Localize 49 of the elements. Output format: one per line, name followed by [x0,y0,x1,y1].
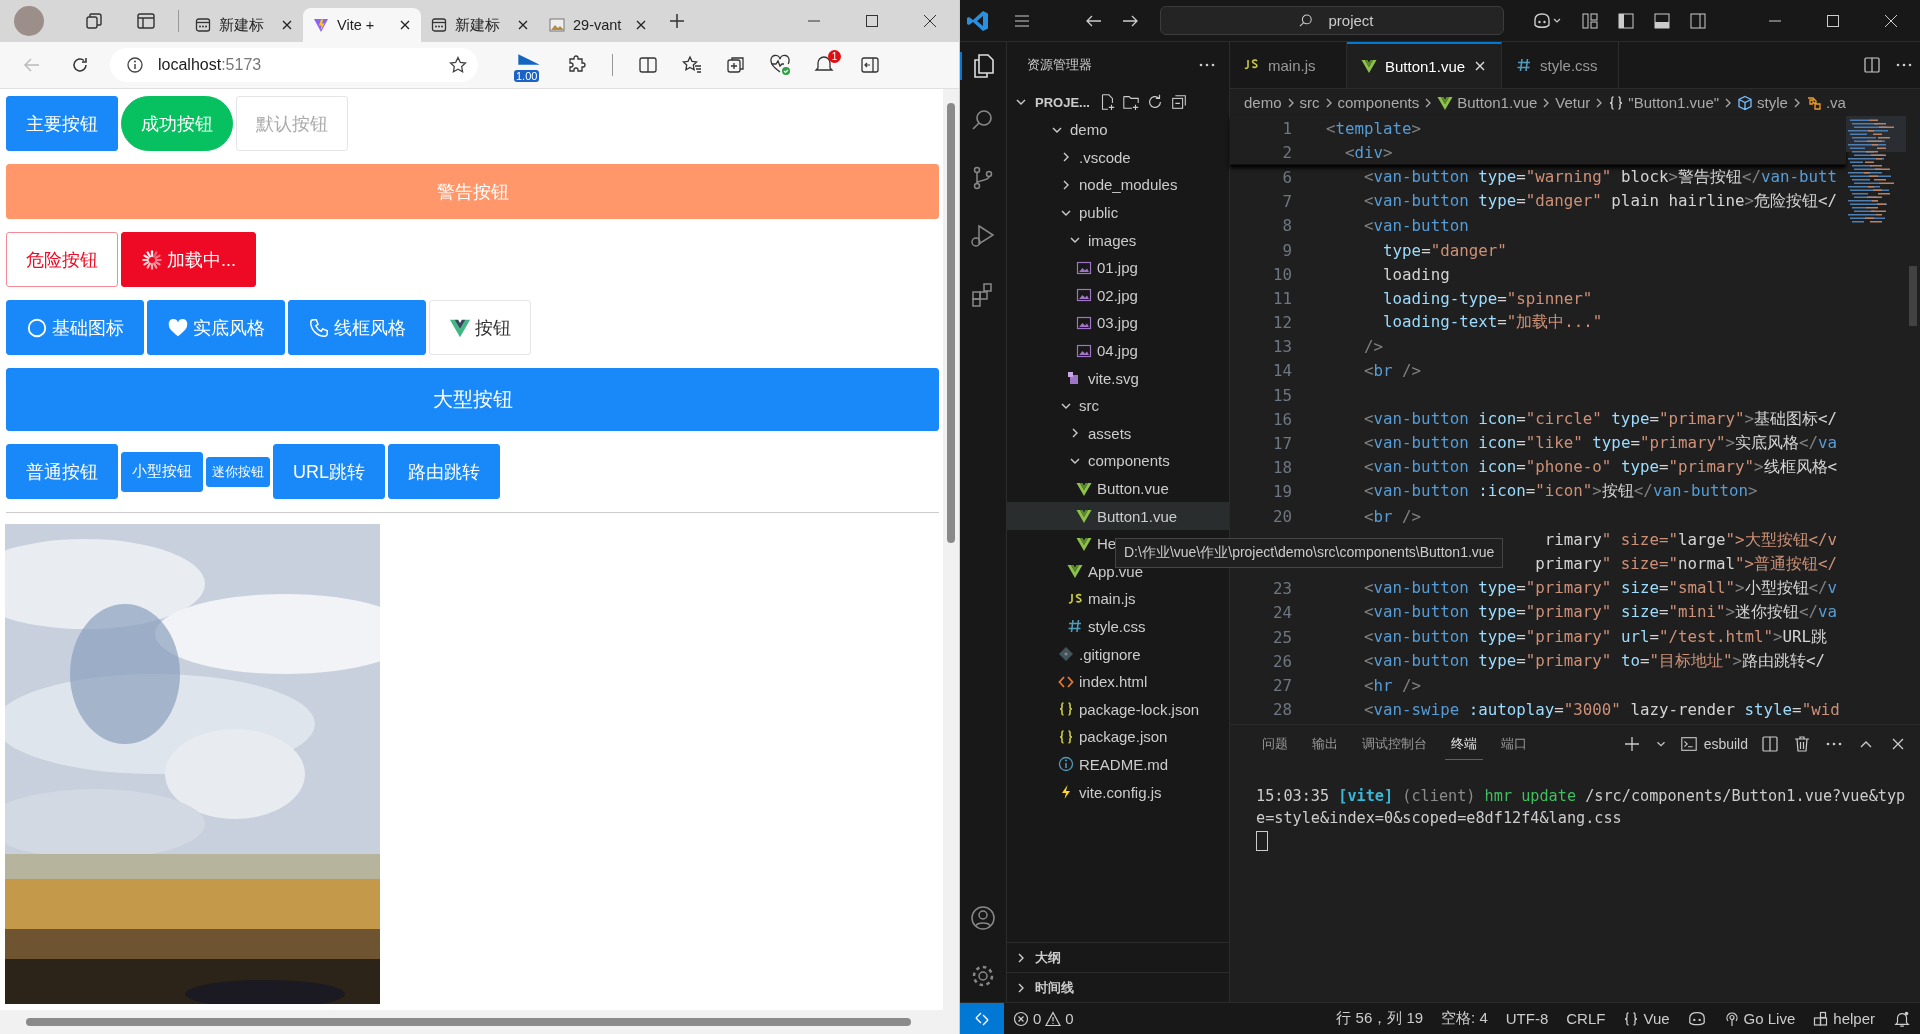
code-line: <div> [1344,142,1393,162]
line-number: 2 [1281,142,1292,162]
line-number: 26 [1272,651,1292,671]
code-line: /> [1363,337,1384,357]
line-number: 14 [1272,361,1292,381]
explorer-title: 资源管理器 [1027,56,1092,74]
line-number: 10 [1272,264,1292,284]
line-number: 19 [1272,482,1292,502]
code-line: <van-swipe :autoplay="3000" lazy-render style="wid [1363,700,1840,720]
line-number: 23 [1272,579,1292,599]
code-line: <van-button icon="like" type="primary">实底风格</va [1363,433,1838,455]
line-number: 9 [1282,240,1292,260]
line-number: 8 [1282,216,1292,236]
code-line: <hr /> [1363,675,1422,695]
code-line: loading-text="加载中..." [1382,312,1603,334]
code-line: <van-button type="primary" to="目标地址">路由跳转</ [1363,650,1825,672]
line-number: 15 [1272,385,1292,405]
terminal-output: 15:03:35 [vite] (client) hmr update /src/components/Button1.vue?vue&type=style&index=0&scoped=e8df12f4&lang.css [1256,786,1907,829]
line-number: 25 [1272,627,1292,647]
code-line: <van-button type="primary" url="/test.html">URL跳 [1363,626,1828,648]
line-number: 17 [1272,434,1292,454]
line-number: 13 [1272,337,1292,357]
line-number: 18 [1272,458,1292,478]
code-line: loading-type="spinner" [1382,288,1593,308]
tooltip: D:\作业\vue\作业\project\demo\src\components\Button1.vue [1115,538,1504,568]
line-number: 1 [1281,118,1292,138]
line-number: 11 [1272,288,1292,308]
line-number: 16 [1272,409,1292,429]
code-line: <van-button :icon="icon">按钮</van-button> [1363,481,1758,503]
code-line: <van-button icon="circle" type="primary">基础图标</ [1363,408,1838,430]
code-line: <template> [1326,118,1422,138]
line-number: 27 [1272,675,1292,695]
code-line: type="danger" [1382,240,1507,260]
code-line: <br /> [1363,361,1422,381]
line-number: 12 [1272,313,1292,333]
code-line: <van-button type="primary" size="mini">迷你按钮</va [1363,602,1838,624]
line-number: 7 [1282,192,1292,212]
code-line: <br /> [1363,506,1422,526]
code-line: <van-button icon="phone-o" type="primary">线框风格< [1363,457,1838,479]
code-line: <van-button type="danger" plain hairline>危险按钮</ [1363,191,1838,213]
line-number: 6 [1282,167,1292,187]
code-line: <van-button type="warning" block>警告按钮</van-butt [1363,166,1838,188]
code-line: <van-button type="primary" size="small">小型按钮</v [1363,578,1838,600]
line-number: 28 [1272,700,1292,720]
line-number: 20 [1272,506,1292,526]
code-line: <van-button [1363,216,1469,236]
line-number: 24 [1272,603,1292,623]
code-line: rimary" size="large">大型按钮</v [1543,529,1838,551]
code-line: loading [1382,264,1450,284]
